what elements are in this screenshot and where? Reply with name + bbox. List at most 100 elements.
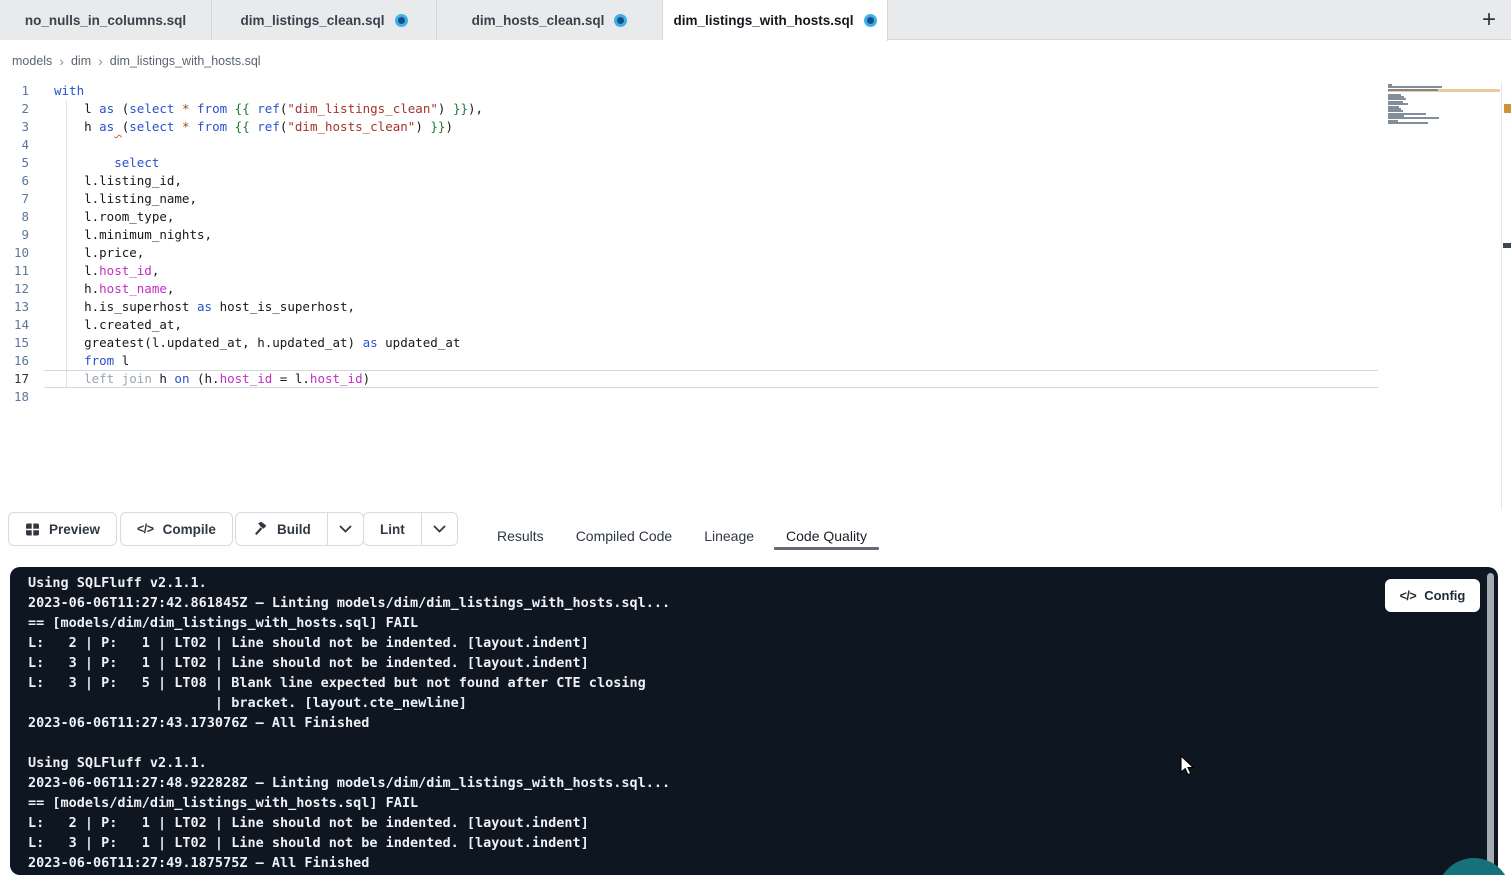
minimap[interactable] xyxy=(1388,84,1500,130)
tab-label: dim_hosts_clean.sql xyxy=(472,13,605,28)
code-line[interactable]: 11 l.host_id, xyxy=(0,262,1511,280)
result-panel-tabs: Results Compiled Code Lineage Code Quality xyxy=(497,510,867,550)
editor-tab[interactable]: dim_hosts_clean.sql xyxy=(437,0,663,40)
lint-output-terminal: Using SQLFluff v2.1.1.2023-06-06T11:27:4… xyxy=(10,567,1498,875)
dbt-cloud-ide: no_nulls_in_columns.sql dim_listings_clea… xyxy=(0,0,1511,875)
code-line[interactable]: 2 l as (select * from {{ ref("dim_listin… xyxy=(0,100,1511,118)
code-line[interactable]: 12 h.host_name, xyxy=(0,280,1511,298)
editor-tab-bar: no_nulls_in_columns.sql dim_listings_clea… xyxy=(0,0,1511,40)
code-text: l.listing_name, xyxy=(40,190,197,208)
code-line[interactable]: 17 left join h on (h.host_id = l.host_id… xyxy=(0,370,1511,388)
code-text: h.host_name, xyxy=(40,280,174,298)
editor-tab[interactable]: dim_listings_with_hosts.sql xyxy=(663,0,888,41)
code-line[interactable]: 18 xyxy=(0,388,1511,406)
code-line[interactable]: 7 l.listing_name, xyxy=(0,190,1511,208)
code-line[interactable]: 3 h as (select * from {{ ref("dim_hosts_… xyxy=(0,118,1511,136)
line-number: 13 xyxy=(0,298,40,316)
lint-split-button: Lint xyxy=(363,512,458,546)
code-editor[interactable]: 1with2 l as (select * from {{ ref("dim_l… xyxy=(0,82,1511,510)
code-line[interactable]: 15 greatest(l.updated_at, h.updated_at) … xyxy=(0,334,1511,352)
compile-button[interactable]: </> Compile xyxy=(120,512,233,546)
preview-label: Preview xyxy=(49,522,100,537)
code-lines: 1with2 l as (select * from {{ ref("dim_l… xyxy=(0,82,1511,406)
panel-tab-results[interactable]: Results xyxy=(497,510,544,550)
terminal-line: Using SQLFluff v2.1.1. xyxy=(28,573,1498,593)
code-line[interactable]: 1with xyxy=(0,82,1511,100)
code-text xyxy=(40,388,54,406)
config-label: Config xyxy=(1424,588,1465,603)
code-text: from l xyxy=(40,352,129,370)
breadcrumb-separator-icon: › xyxy=(54,53,69,69)
build-button[interactable]: Build xyxy=(236,513,327,545)
terminal-line: L: 3 | P: 1 | LT02 | Line should not be … xyxy=(28,653,1498,673)
code-line[interactable]: 13 h.is_superhost as host_is_superhost, xyxy=(0,298,1511,316)
line-number: 14 xyxy=(0,316,40,334)
modified-dot-icon xyxy=(864,14,877,27)
editor-tab[interactable]: dim_listings_clean.sql xyxy=(212,0,437,40)
tab-label: dim_listings_clean.sql xyxy=(240,13,384,28)
code-line[interactable]: 9 l.minimum_nights, xyxy=(0,226,1511,244)
line-number: 10 xyxy=(0,244,40,262)
breadcrumb-item[interactable]: models xyxy=(10,54,54,68)
indent-guide xyxy=(66,100,67,388)
preview-button[interactable]: Preview xyxy=(8,512,117,546)
build-label: Build xyxy=(277,522,311,537)
editor-tab[interactable]: no_nulls_in_columns.sql xyxy=(0,0,212,40)
overview-ruler-warning-marker xyxy=(1504,104,1511,113)
line-number: 6 xyxy=(0,172,40,190)
line-number: 11 xyxy=(0,262,40,280)
terminal-line: == [models/dim/dim_listings_with_hosts.s… xyxy=(28,613,1498,633)
lint-button[interactable]: Lint xyxy=(364,513,421,545)
file-header-row: models›dim›dim_listings_with_hosts.sql S… xyxy=(0,40,1511,82)
lint-dropdown-caret[interactable] xyxy=(421,513,457,545)
code-brackets-icon: </> xyxy=(1400,589,1417,603)
code-text: l.host_id, xyxy=(40,262,159,280)
breadcrumb-separator-icon: › xyxy=(93,53,108,69)
line-number: 3 xyxy=(0,118,40,136)
panel-tab-lineage[interactable]: Lineage xyxy=(704,510,754,550)
new-tab-button[interactable]: + xyxy=(1467,0,1511,40)
terminal-line: 2023-06-06T11:27:42.861845Z – Linting mo… xyxy=(28,593,1498,613)
code-text xyxy=(40,136,54,154)
breadcrumb-item[interactable]: dim xyxy=(69,54,93,68)
line-number: 15 xyxy=(0,334,40,352)
code-line[interactable]: 10 l.price, xyxy=(0,244,1511,262)
code-line[interactable]: 5 select xyxy=(0,154,1511,172)
terminal-line: Using SQLFluff v2.1.1. xyxy=(28,753,1498,773)
panel-tab-compiled-code[interactable]: Compiled Code xyxy=(576,510,673,550)
line-number: 5 xyxy=(0,154,40,172)
terminal-line: 2023-06-06T11:27:43.173076Z – All Finish… xyxy=(28,713,1498,733)
config-button[interactable]: </> Config xyxy=(1385,579,1480,612)
code-line[interactable]: 14 l.created_at, xyxy=(0,316,1511,334)
code-line[interactable]: 8 l.room_type, xyxy=(0,208,1511,226)
terminal-line: 2023-06-06T11:27:49.187575Z – All Finish… xyxy=(28,853,1498,873)
editor-right-divider xyxy=(1501,82,1502,510)
tab-label: no_nulls_in_columns.sql xyxy=(25,13,186,28)
overview-ruler-position-marker xyxy=(1503,243,1511,248)
code-line[interactable]: 6 l.listing_id, xyxy=(0,172,1511,190)
code-text: left join h on (h.host_id = l.host_id) xyxy=(40,370,370,388)
terminal-line: 2023-06-06T11:27:48.922828Z – Linting mo… xyxy=(28,773,1498,793)
terminal-line: L: 3 | P: 1 | LT02 | Line should not be … xyxy=(28,833,1498,853)
terminal-scrollbar[interactable] xyxy=(1487,573,1494,869)
line-number: 1 xyxy=(0,82,40,100)
editor-toolbar: Preview </> Compile Build xyxy=(0,510,1511,557)
line-number: 17 xyxy=(0,370,40,388)
panel-tab-code-quality[interactable]: Code Quality xyxy=(786,510,867,550)
code-text: l.created_at, xyxy=(40,316,182,334)
build-dropdown-caret[interactable] xyxy=(327,513,363,545)
active-tab-underline xyxy=(774,547,879,550)
breadcrumb-item[interactable]: dim_listings_with_hosts.sql xyxy=(108,54,263,68)
tab-label: dim_listings_with_hosts.sql xyxy=(673,13,853,28)
line-number: 18 xyxy=(0,388,40,406)
code-line[interactable]: 4 xyxy=(0,136,1511,154)
terminal-line: L: 2 | P: 1 | LT02 | Line should not be … xyxy=(28,813,1498,833)
line-number: 8 xyxy=(0,208,40,226)
code-text: select xyxy=(40,154,159,172)
compile-label: Compile xyxy=(163,522,216,537)
code-line[interactable]: 16 from l xyxy=(0,352,1511,370)
line-number: 2 xyxy=(0,100,40,118)
chevron-down-icon xyxy=(433,525,446,533)
code-text: h.is_superhost as host_is_superhost, xyxy=(40,298,355,316)
modified-dot-icon xyxy=(395,14,408,27)
